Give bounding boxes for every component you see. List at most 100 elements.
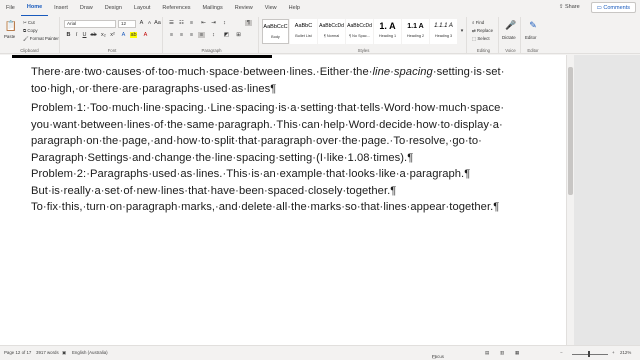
tab-view[interactable]: View bbox=[259, 0, 283, 16]
select-button[interactable]: ⬚ Select bbox=[472, 36, 490, 42]
intro-text-italic: line·spacing bbox=[372, 66, 433, 78]
web-layout-icon[interactable]: ▦ bbox=[515, 350, 519, 356]
document-area[interactable]: There·are·two·causes·of·too·much·space·b… bbox=[0, 55, 566, 345]
decrease-indent-icon[interactable]: ⇤ bbox=[200, 20, 207, 26]
problem1-line-4: Paragraph·Settings·and·change·the·line·s… bbox=[31, 151, 414, 164]
align-right-icon[interactable]: ≡ bbox=[188, 32, 195, 38]
copy-button[interactable]: ⧉ Copy bbox=[23, 28, 38, 33]
zoom-in-button[interactable]: + bbox=[612, 350, 615, 355]
style-heading-1-name: Heading 1 bbox=[378, 34, 397, 38]
tab-mailings[interactable]: Mailings bbox=[197, 0, 229, 16]
align-left-icon[interactable]: ≡ bbox=[168, 32, 175, 38]
zoom-slider[interactable] bbox=[572, 354, 608, 355]
status-bar: Page 12 of 17 3917 words ▣ English (Aust… bbox=[0, 345, 640, 360]
editor-group: ✎ Editor Editor bbox=[523, 17, 543, 54]
style-heading-3-name: Heading 3 bbox=[434, 34, 453, 38]
page-count[interactable]: Page 12 of 17 bbox=[4, 350, 31, 355]
tab-layout[interactable]: Layout bbox=[128, 0, 157, 16]
font-group-label: Font bbox=[107, 48, 117, 53]
intro-line-2: too·high,·or·there·are·paragraphs·used·a… bbox=[31, 82, 277, 95]
numbering-icon[interactable]: ☷ bbox=[178, 20, 185, 26]
replace-button[interactable]: ⇄ Replace bbox=[472, 28, 493, 34]
share-button[interactable]: ⇪ Share bbox=[554, 2, 585, 13]
styles-more-icon[interactable]: ▾ bbox=[459, 21, 465, 41]
problem2-line-2: But·is·really·a·set·of·new·lines·that·ha… bbox=[31, 184, 397, 197]
dictate-button[interactable]: Dictate bbox=[502, 35, 516, 40]
line-spacing-icon[interactable]: ↕ bbox=[210, 32, 217, 38]
language-indicator[interactable]: English (Australia) bbox=[72, 350, 108, 355]
align-center-icon[interactable]: ≡ bbox=[178, 32, 185, 38]
highlight-color-button[interactable]: ab bbox=[130, 32, 137, 38]
tab-draw[interactable]: Draw bbox=[74, 0, 99, 16]
italic-button[interactable]: I bbox=[73, 32, 80, 38]
clipboard-group: 📋 Paste ✂ Cut ⧉ Copy 🖌 Format Painter Cl… bbox=[0, 17, 60, 53]
problem2-line-1: Problem·2:·Paragraphs·used·as·lines.·Thi… bbox=[31, 168, 471, 180]
zoom-slider-thumb[interactable] bbox=[588, 351, 590, 357]
zoom-out-button[interactable]: − bbox=[560, 350, 563, 355]
tab-insert[interactable]: Insert bbox=[48, 0, 74, 16]
paste-icon[interactable]: 📋 bbox=[4, 19, 18, 33]
shading-icon[interactable]: ◩ bbox=[223, 32, 230, 38]
intro-text-a: There·are·two·causes·of·too·much·space·b… bbox=[31, 66, 373, 78]
proofing-icon[interactable]: ▣ bbox=[62, 350, 66, 356]
underline-button[interactable]: U bbox=[81, 32, 88, 38]
grow-font-button[interactable]: A bbox=[138, 20, 145, 26]
style-no-spacing[interactable]: AaBbCcDd ¶ No Spac... bbox=[346, 19, 373, 44]
ribbon: 📋 Paste ✂ Cut ⧉ Copy 🖌 Format Painter Cl… bbox=[0, 16, 640, 54]
document-page[interactable]: There·are·two·causes·of·too·much·space·b… bbox=[0, 55, 566, 345]
borders-icon[interactable]: ⊞ bbox=[235, 32, 242, 38]
font-color-button[interactable]: A bbox=[142, 32, 149, 38]
scrollbar-thumb[interactable] bbox=[568, 67, 573, 195]
find-button[interactable]: ⌕ Find bbox=[472, 20, 484, 25]
multilevel-list-icon[interactable]: ≡ bbox=[188, 20, 195, 26]
justify-icon[interactable]: ≡ bbox=[198, 32, 205, 38]
sort-icon[interactable]: ↕ bbox=[221, 20, 228, 26]
text-effects-button[interactable]: A bbox=[120, 32, 127, 38]
font-family-select[interactable]: Arial bbox=[64, 20, 116, 28]
word-count[interactable]: 3917 words bbox=[36, 350, 59, 355]
style-heading-2-number: 1.1 bbox=[407, 23, 417, 30]
problem1-paragraph[interactable]: Problem·1:·Too·much·line·spacing.·Line·s… bbox=[31, 100, 504, 166]
format-painter-button[interactable]: 🖌 Format Painter bbox=[23, 36, 59, 42]
change-case-button[interactable]: Aa bbox=[154, 20, 161, 26]
print-layout-icon[interactable]: ▥ bbox=[500, 350, 504, 356]
style-normal[interactable]: AaBbCcDd ¶ Normal bbox=[318, 19, 345, 44]
shrink-font-button[interactable]: A bbox=[146, 20, 153, 25]
style-heading-2[interactable]: 1.1 A Heading 2 bbox=[402, 19, 429, 44]
paste-button[interactable]: Paste bbox=[4, 34, 15, 39]
comments-button[interactable]: ▭ Comments bbox=[590, 2, 636, 13]
intro-paragraph[interactable]: There·are·two·causes·of·too·much·space·b… bbox=[31, 64, 504, 97]
tab-design[interactable]: Design bbox=[99, 0, 128, 16]
zoom-level[interactable]: 212% bbox=[620, 350, 631, 355]
replace-label: Replace bbox=[476, 28, 494, 33]
tab-references[interactable]: References bbox=[156, 0, 196, 16]
style-body-sample: AaBbCcC bbox=[263, 24, 288, 30]
bold-button[interactable]: B bbox=[65, 32, 72, 38]
tab-review[interactable]: Review bbox=[229, 0, 259, 16]
strikethrough-button[interactable]: ab bbox=[90, 32, 97, 38]
problem2-paragraph[interactable]: Problem·2:·Paragraphs·used·as·lines.·Thi… bbox=[31, 166, 499, 216]
superscript-button[interactable]: x² bbox=[109, 32, 116, 38]
tab-help[interactable]: Help bbox=[283, 0, 306, 16]
editor-button[interactable]: Editor bbox=[525, 35, 536, 40]
bullets-icon[interactable]: ☰ bbox=[168, 20, 175, 26]
show-paragraph-marks-icon[interactable]: ¶ bbox=[245, 20, 252, 26]
clipboard-group-label: Clipboard bbox=[20, 48, 39, 53]
tab-home[interactable]: Home bbox=[20, 0, 49, 16]
vertical-scrollbar[interactable] bbox=[566, 55, 574, 345]
style-heading-3[interactable]: 1.1.1 A Heading 3 bbox=[430, 19, 457, 44]
font-size-select[interactable]: 12 bbox=[118, 20, 136, 28]
style-heading-1[interactable]: 1. A Heading 1 bbox=[374, 19, 401, 44]
style-body[interactable]: AaBbCcC Body bbox=[262, 19, 289, 44]
subscript-button[interactable]: x₂ bbox=[100, 32, 107, 38]
problem1-line-3: paragraph·on·the·page,·and·how·to·split·… bbox=[31, 135, 482, 147]
cut-button[interactable]: ✂ Cut bbox=[23, 20, 35, 26]
editor-icon[interactable]: ✎ bbox=[527, 19, 539, 31]
increase-indent-icon[interactable]: ⇥ bbox=[210, 20, 217, 26]
microphone-icon[interactable]: 🎤 bbox=[505, 19, 517, 31]
tab-file[interactable]: File bbox=[0, 0, 21, 16]
comments-label: Comments bbox=[603, 5, 630, 11]
read-mode-icon[interactable]: ▤ bbox=[485, 350, 489, 356]
style-bullet-list[interactable]: AaBbC Bullet List bbox=[290, 19, 317, 44]
editor-group-label: Editor bbox=[527, 48, 539, 53]
